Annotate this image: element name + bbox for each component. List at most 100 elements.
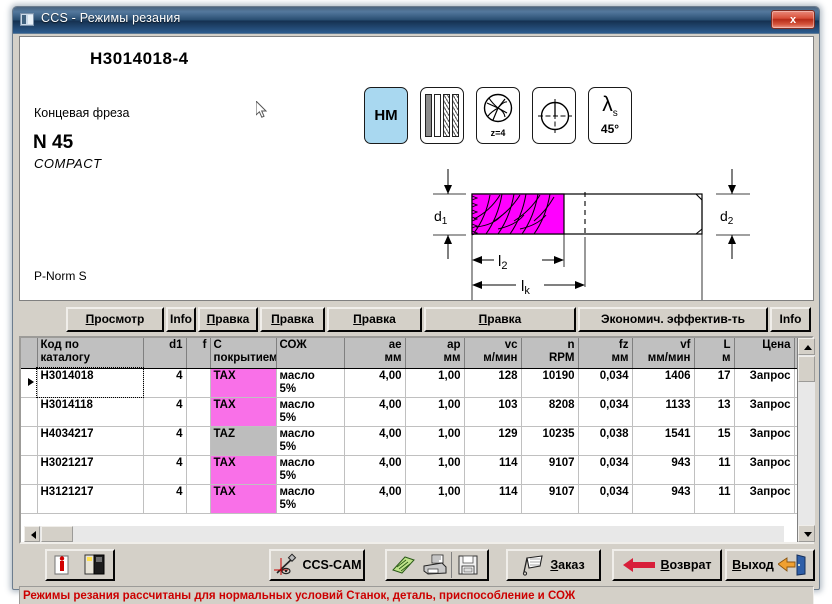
cell-f[interactable] — [186, 455, 211, 485]
cell-ap[interactable]: 1,00 — [405, 426, 465, 456]
col-vc[interactable]: vc м/мин — [464, 338, 522, 369]
cell-n[interactable]: 10235 — [521, 426, 579, 456]
preview-button[interactable]: Просмотр — [66, 307, 164, 332]
cell-vc[interactable]: 114 — [464, 455, 522, 485]
cell-catalog-code[interactable]: H3014018 — [36, 367, 144, 398]
cell-coating[interactable]: TAX — [210, 397, 277, 427]
cell-L[interactable]: 15 — [694, 426, 735, 456]
col-vf[interactable]: vf мм/мин — [632, 338, 695, 369]
cell-d1[interactable]: 4 — [143, 426, 187, 456]
col-n[interactable]: n RPM — [521, 338, 579, 369]
catalog-book-icon[interactable] — [79, 551, 111, 579]
cell-ap[interactable]: 1,00 — [405, 455, 465, 485]
table-row[interactable]: H3121217 4 TAX масло 5% 4,00 1,00 114 9107 0,034 9… — [21, 484, 812, 514]
col-coating[interactable]: С покрытием — [210, 338, 277, 369]
cell-vf[interactable]: 943 — [632, 484, 695, 514]
cell-vc[interactable]: 128 — [464, 368, 522, 398]
table-row[interactable]: H3021217 4 TAX масло 5% 4,00 1,00 114 9107 0,034 9… — [21, 455, 812, 485]
col-ae[interactable]: ae мм — [344, 338, 406, 369]
horizontal-scrollbar[interactable] — [24, 526, 784, 542]
row-marker[interactable] — [21, 368, 38, 398]
edit-button-4[interactable]: Правка — [424, 307, 576, 332]
exit-button[interactable]: Выход — [725, 549, 815, 581]
col-coolant[interactable]: СОЖ — [276, 338, 345, 369]
cell-vf[interactable]: 943 — [632, 455, 695, 485]
col-fz[interactable]: fz мм — [578, 338, 633, 369]
col-price[interactable]: Цена — [734, 338, 795, 369]
cell-n[interactable]: 9107 — [521, 484, 579, 514]
cell-coolant[interactable]: масло 5% — [276, 455, 345, 485]
cell-ap[interactable]: 1,00 — [405, 368, 465, 398]
col-f[interactable]: f — [186, 338, 211, 369]
vscroll-thumb[interactable] — [798, 356, 815, 382]
cell-catalog-code[interactable]: H4034217 — [37, 426, 144, 456]
cell-coolant[interactable]: масло 5% — [276, 484, 345, 514]
col-catalog-code[interactable]: Код по каталогу — [37, 338, 144, 369]
cell-coating[interactable]: TAX — [210, 455, 277, 485]
cutting-data-grid[interactable]: Код по каталогу d1 f С покрытием СОЖ ae … — [19, 336, 814, 544]
info-button-1[interactable]: Info — [166, 307, 196, 332]
table-row[interactable]: H3014018 4 TAX масло 5% 4,00 1,00 128 10190 0,034… — [21, 367, 812, 398]
cell-ae[interactable]: 4,00 — [344, 397, 406, 427]
cell-ap[interactable]: 1,00 — [405, 484, 465, 514]
cell-ae[interactable]: 4,00 — [344, 455, 406, 485]
cell-d1[interactable]: 4 — [143, 368, 187, 398]
printer-icon[interactable] — [419, 551, 451, 579]
col-ap[interactable]: ap мм — [405, 338, 465, 369]
cell-fz[interactable]: 0,034 — [578, 484, 633, 514]
cell-f[interactable] — [186, 368, 211, 398]
ccs-cam-button[interactable]: CCS-CAM — [269, 549, 365, 581]
cell-coolant[interactable]: масло 5% — [276, 426, 345, 456]
cell-ae[interactable]: 4,00 — [344, 368, 406, 398]
col-L[interactable]: L м — [694, 338, 735, 369]
cell-L[interactable]: 11 — [694, 484, 735, 514]
row-marker[interactable] — [21, 484, 38, 514]
back-button[interactable]: Возврат — [612, 549, 722, 581]
cell-price[interactable]: Запрос — [734, 484, 795, 514]
table-row[interactable]: H4034217 4 TAZ масло 5% 4,00 1,00 129 10235 0,038… — [21, 426, 812, 456]
cell-d1[interactable]: 4 — [143, 397, 187, 427]
cell-L[interactable]: 17 — [694, 368, 735, 398]
cell-ap[interactable]: 1,00 — [405, 397, 465, 427]
cell-d1[interactable]: 4 — [143, 484, 187, 514]
cell-ae[interactable]: 4,00 — [344, 484, 406, 514]
cell-L[interactable]: 11 — [694, 455, 735, 485]
row-marker[interactable] — [21, 426, 38, 456]
cell-coating[interactable]: TAX — [210, 368, 277, 398]
cell-fz[interactable]: 0,034 — [578, 397, 633, 427]
cell-coolant[interactable]: масло 5% — [276, 368, 345, 398]
row-marker[interactable] — [21, 397, 38, 427]
cell-vf[interactable]: 1541 — [632, 426, 695, 456]
cell-f[interactable] — [186, 426, 211, 456]
vertical-scrollbar[interactable] — [797, 338, 815, 542]
cell-n[interactable]: 9107 — [521, 455, 579, 485]
cell-f[interactable] — [186, 397, 211, 427]
cell-fz[interactable]: 0,034 — [578, 368, 633, 398]
hscroll-thumb[interactable] — [41, 526, 73, 542]
vscroll-down-button[interactable] — [798, 525, 815, 542]
cell-f[interactable] — [186, 484, 211, 514]
row-marker[interactable] — [21, 455, 38, 485]
order-button[interactable]: Заказ — [506, 549, 601, 581]
col-d1[interactable]: d1 — [143, 338, 187, 369]
cell-d1[interactable]: 4 — [143, 455, 187, 485]
cell-fz[interactable]: 0,038 — [578, 426, 633, 456]
hscroll-left-button[interactable] — [24, 526, 40, 542]
table-row[interactable]: H3014118 4 TAX масло 5% 4,00 1,00 103 8208 0,034 1… — [21, 397, 812, 427]
cell-price[interactable]: Запрос — [734, 426, 795, 456]
cell-vc[interactable]: 114 — [464, 484, 522, 514]
cell-vc[interactable]: 129 — [464, 426, 522, 456]
edit-button-2[interactable]: Правка — [260, 307, 325, 332]
cell-vf[interactable]: 1133 — [632, 397, 695, 427]
vscroll-up-button[interactable] — [798, 338, 815, 355]
floppy-save-icon[interactable] — [452, 551, 484, 579]
info-button-2[interactable]: Info — [770, 307, 811, 332]
cell-coating[interactable]: TAZ — [210, 426, 277, 456]
cell-price[interactable]: Запрос — [734, 455, 795, 485]
cell-price[interactable]: Запрос — [734, 368, 795, 398]
edit-button-3[interactable]: Правка — [327, 307, 422, 332]
document-green-icon[interactable] — [387, 551, 419, 579]
close-button[interactable]: x — [771, 10, 815, 29]
cell-coolant[interactable]: масло 5% — [276, 397, 345, 427]
info-document-icon[interactable] — [47, 551, 79, 579]
